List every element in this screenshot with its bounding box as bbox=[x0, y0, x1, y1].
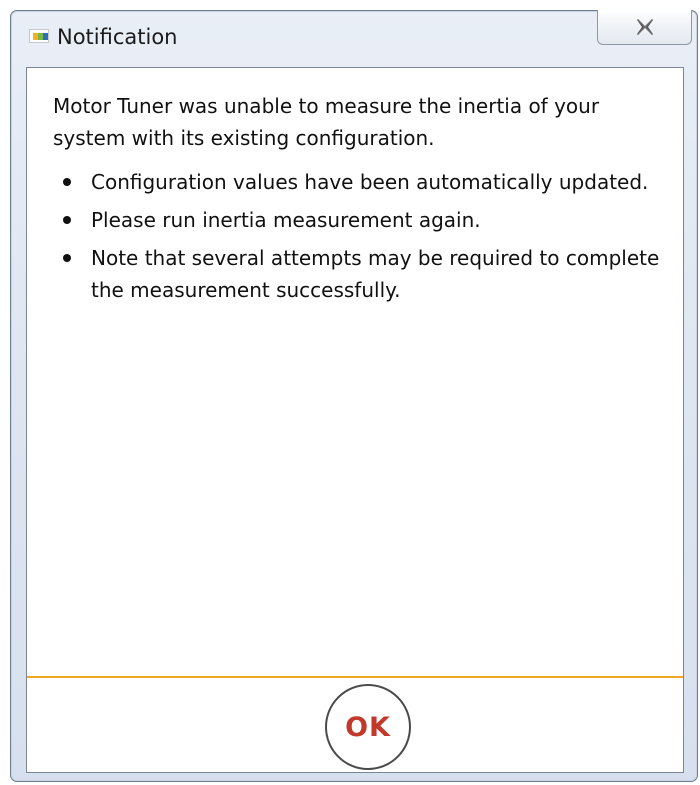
bullet-icon bbox=[63, 178, 71, 186]
close-button[interactable] bbox=[597, 10, 692, 45]
list-item-text: Note that several attempts may be requir… bbox=[91, 246, 660, 302]
message-bullet-list: Configuration values have been automatic… bbox=[53, 166, 673, 306]
notification-window: Notification Motor Tuner was unable to m… bbox=[10, 10, 698, 782]
close-icon bbox=[636, 19, 653, 35]
window-title: Notification bbox=[57, 25, 178, 49]
list-item: Please run inertia measurement again. bbox=[53, 204, 673, 236]
ok-button-label: OK bbox=[345, 711, 391, 743]
list-item-text: Configuration values have been automatic… bbox=[91, 170, 649, 194]
bullet-icon bbox=[63, 254, 71, 262]
footer-divider bbox=[27, 676, 683, 678]
message-intro: Motor Tuner was unable to measure the in… bbox=[53, 94, 600, 150]
notification-message: Motor Tuner was unable to measure the in… bbox=[53, 90, 673, 312]
ok-button[interactable]: OK bbox=[325, 684, 411, 770]
dialog-content: Motor Tuner was unable to measure the in… bbox=[26, 67, 684, 773]
nxp-logo-icon bbox=[29, 29, 49, 43]
list-item: Note that several attempts may be requir… bbox=[53, 242, 673, 306]
bullet-icon bbox=[63, 216, 71, 224]
title-bar[interactable]: Notification bbox=[11, 10, 697, 67]
list-item: Configuration values have been automatic… bbox=[53, 166, 673, 198]
list-item-text: Please run inertia measurement again. bbox=[91, 208, 481, 232]
